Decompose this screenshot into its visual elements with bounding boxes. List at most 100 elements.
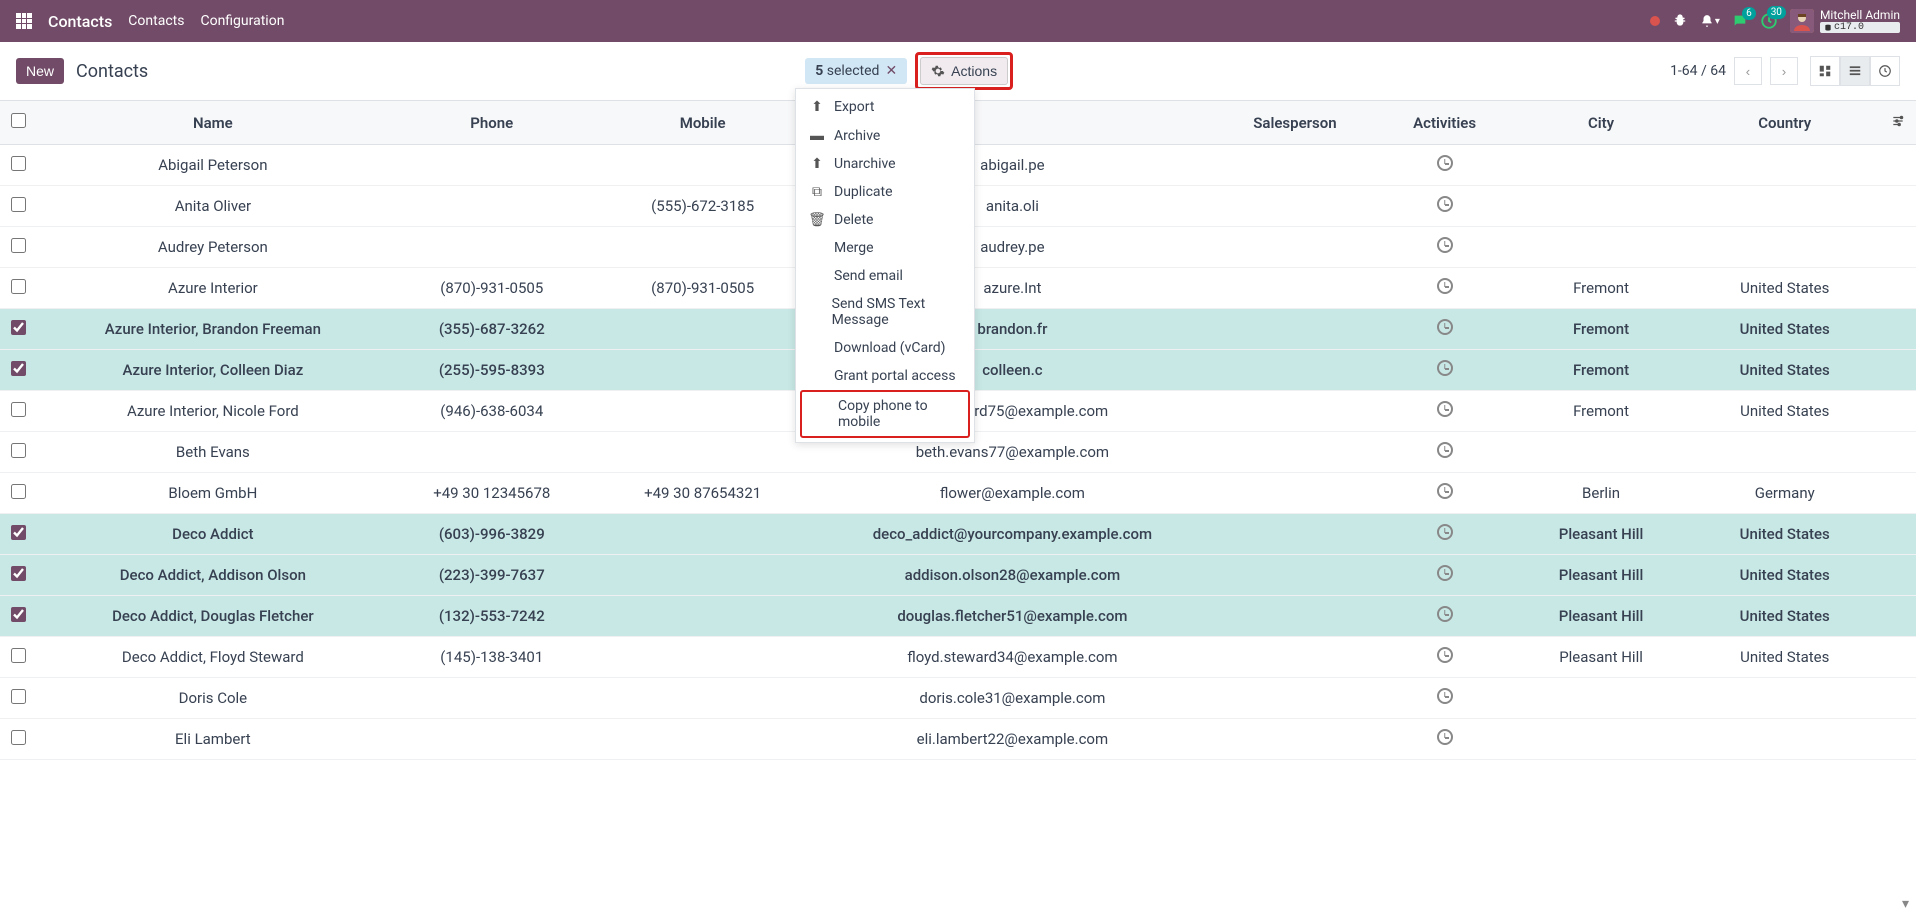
cell-country[interactable] — [1689, 186, 1880, 227]
table-row[interactable]: Doris Coledoris.cole31@example.com — [0, 678, 1916, 719]
cell-mobile[interactable] — [594, 432, 812, 473]
cell-mobile[interactable] — [594, 350, 812, 391]
column-name[interactable]: Name — [36, 101, 390, 145]
cell-phone[interactable]: (223)-399-7637 — [390, 555, 594, 596]
column-salesperson[interactable]: Salesperson — [1213, 101, 1376, 145]
cell-activities[interactable] — [1377, 227, 1513, 268]
action-archive[interactable]: ▬Archive — [796, 121, 974, 150]
cell-city[interactable]: Fremont — [1513, 350, 1690, 391]
pager-next-button[interactable]: › — [1770, 57, 1798, 85]
cell-city[interactable]: Pleasant Hill — [1513, 555, 1690, 596]
cell-name[interactable]: Deco Addict, Addison Olson — [36, 555, 390, 596]
cell-activities[interactable] — [1377, 514, 1513, 555]
row-checkbox[interactable] — [11, 443, 26, 458]
cell-phone[interactable] — [390, 678, 594, 719]
cell-phone[interactable]: (946)-638-6034 — [390, 391, 594, 432]
cell-name[interactable]: Azure Interior, Brandon Freeman — [36, 309, 390, 350]
nav-link-configuration[interactable]: Configuration — [200, 13, 284, 29]
notifications-icon[interactable]: ▾ — [1700, 14, 1720, 28]
cell-activities[interactable] — [1377, 432, 1513, 473]
cell-name[interactable]: Beth Evans — [36, 432, 390, 473]
cell-mobile[interactable] — [594, 514, 812, 555]
cell-activities[interactable] — [1377, 596, 1513, 637]
cell-activities[interactable] — [1377, 145, 1513, 186]
cell-city[interactable]: Fremont — [1513, 391, 1690, 432]
cell-email[interactable]: floyd.steward34@example.com — [812, 637, 1214, 678]
clear-selection-icon[interactable]: ✕ — [885, 63, 897, 79]
column-phone[interactable]: Phone — [390, 101, 594, 145]
cell-email[interactable]: eli.lambert22@example.com — [812, 719, 1214, 760]
cell-name[interactable]: Azure Interior, Nicole Ford — [36, 391, 390, 432]
cell-phone[interactable]: (132)-553-7242 — [390, 596, 594, 637]
action-unarchive[interactable]: ⬆Unarchive — [796, 150, 974, 178]
cell-city[interactable]: Pleasant Hill — [1513, 514, 1690, 555]
cell-name[interactable]: Deco Addict, Douglas Fletcher — [36, 596, 390, 637]
cell-activities[interactable] — [1377, 186, 1513, 227]
table-row[interactable]: Deco Addict, Douglas Fletcher(132)-553-7… — [0, 596, 1916, 637]
cell-phone[interactable]: (870)-931-0505 — [390, 268, 594, 309]
cell-country[interactable]: United States — [1689, 350, 1880, 391]
cell-email[interactable]: deco_addict@yourcompany.example.com — [812, 514, 1214, 555]
cell-phone[interactable]: (603)-996-3829 — [390, 514, 594, 555]
cell-name[interactable]: Doris Cole — [36, 678, 390, 719]
cell-activities[interactable] — [1377, 350, 1513, 391]
table-row[interactable]: Deco Addict(603)-996-3829deco_addict@you… — [0, 514, 1916, 555]
apps-icon[interactable] — [16, 13, 32, 29]
row-checkbox[interactable] — [11, 730, 26, 745]
row-checkbox[interactable] — [11, 525, 26, 540]
cell-activities[interactable] — [1377, 268, 1513, 309]
list-view-button[interactable] — [1840, 56, 1870, 86]
cell-city[interactable]: Fremont — [1513, 309, 1690, 350]
row-checkbox[interactable] — [11, 279, 26, 294]
cell-name[interactable]: Azure Interior — [36, 268, 390, 309]
cell-phone[interactable] — [390, 227, 594, 268]
cell-mobile[interactable] — [594, 555, 812, 596]
cell-city[interactable]: Berlin — [1513, 473, 1690, 514]
cell-country[interactable]: United States — [1689, 268, 1880, 309]
cell-city[interactable] — [1513, 432, 1690, 473]
column-country[interactable]: Country — [1689, 101, 1880, 145]
row-checkbox[interactable] — [11, 361, 26, 376]
column-options[interactable] — [1880, 101, 1916, 145]
activities-icon[interactable]: 30 — [1760, 12, 1778, 30]
cell-phone[interactable]: (255)-595-8393 — [390, 350, 594, 391]
action-send-sms[interactable]: Send SMS Text Message — [796, 290, 974, 334]
actions-button[interactable]: Actions — [920, 57, 1008, 85]
cell-phone[interactable]: +49 30 12345678 — [390, 473, 594, 514]
cell-country[interactable] — [1689, 678, 1880, 719]
row-checkbox[interactable] — [11, 238, 26, 253]
cell-phone[interactable] — [390, 719, 594, 760]
action-download-vcard[interactable]: Download (vCard) — [796, 334, 974, 362]
cell-mobile[interactable] — [594, 227, 812, 268]
cell-activities[interactable] — [1377, 719, 1513, 760]
cell-name[interactable]: Azure Interior, Colleen Diaz — [36, 350, 390, 391]
kanban-view-button[interactable] — [1810, 56, 1840, 86]
action-delete[interactable]: 🗑Delete — [796, 206, 974, 234]
column-activities[interactable]: Activities — [1377, 101, 1513, 145]
row-checkbox[interactable] — [11, 689, 26, 704]
table-row[interactable]: Deco Addict, Addison Olson(223)-399-7637… — [0, 555, 1916, 596]
cell-name[interactable]: Bloem GmbH — [36, 473, 390, 514]
cell-country[interactable]: United States — [1689, 555, 1880, 596]
cell-country[interactable] — [1689, 145, 1880, 186]
cell-country[interactable]: United States — [1689, 514, 1880, 555]
cell-activities[interactable] — [1377, 637, 1513, 678]
action-copy-phone-to-mobile[interactable]: Copy phone to mobile — [800, 390, 970, 438]
cell-city[interactable] — [1513, 227, 1690, 268]
row-checkbox[interactable] — [11, 566, 26, 581]
cell-activities[interactable] — [1377, 309, 1513, 350]
cell-country[interactable]: United States — [1689, 391, 1880, 432]
cell-activities[interactable] — [1377, 678, 1513, 719]
cell-mobile[interactable]: +49 30 87654321 — [594, 473, 812, 514]
row-checkbox[interactable] — [11, 197, 26, 212]
messages-icon[interactable]: 6 — [1732, 13, 1748, 29]
cell-mobile[interactable] — [594, 596, 812, 637]
cell-city[interactable] — [1513, 186, 1690, 227]
cell-mobile[interactable]: (555)-672-3185 — [594, 186, 812, 227]
user-menu[interactable]: Mitchell Admin c17.0 — [1790, 9, 1900, 33]
cell-country[interactable]: Germany — [1689, 473, 1880, 514]
cell-phone[interactable]: (145)-138-3401 — [390, 637, 594, 678]
cell-mobile[interactable] — [594, 637, 812, 678]
action-merge[interactable]: Merge — [796, 234, 974, 262]
table-row[interactable]: Bloem GmbH+49 30 12345678+49 30 87654321… — [0, 473, 1916, 514]
